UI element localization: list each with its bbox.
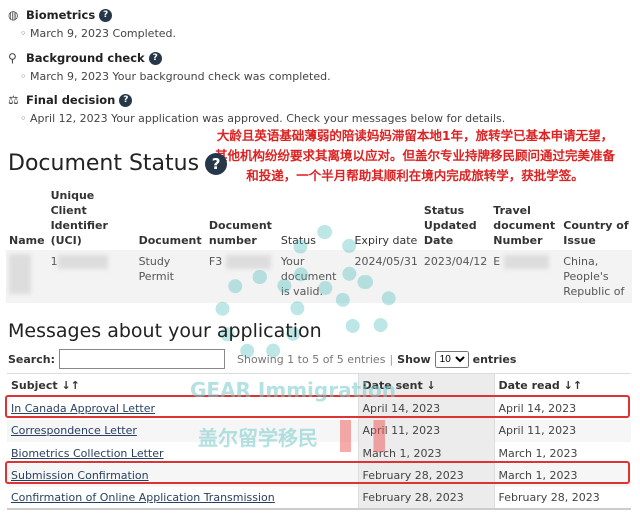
travel-cell: E — [490, 250, 561, 303]
step-detail: March 9, 2023 Your background check was … — [20, 70, 331, 83]
show-label: Show — [397, 352, 431, 366]
message-link[interactable]: Correspondence Letter — [11, 424, 137, 437]
messages-heading: Messages about your application — [8, 320, 322, 342]
highlight-box — [5, 395, 630, 418]
redacted — [503, 255, 549, 269]
redacted — [57, 255, 108, 269]
page-size-select[interactable]: 10 — [434, 350, 469, 368]
search-person-icon: ⚲ — [8, 51, 17, 65]
entries-label: entries — [472, 352, 517, 366]
redacted-name — [9, 254, 31, 294]
search-label: Search: — [8, 352, 55, 366]
message-link[interactable]: Confirmation of Online Application Trans… — [11, 491, 275, 504]
step-final-decision: ⚖ Final decision? April 12, 2023 Your app… — [8, 93, 505, 125]
step-detail: April 12, 2023 Your application was appr… — [20, 112, 505, 125]
sort-date-read-header[interactable]: Date read ↓↑ — [494, 373, 631, 398]
name-cell — [6, 250, 48, 303]
date-sent: February 28, 2023 — [357, 486, 495, 509]
note-line: 大龄且英语基础薄弱的陪读妈妈滞留本地1年，旅转学已基本申请无望， — [216, 128, 614, 143]
col-header: Unique Client Identifier (UCI) — [50, 189, 108, 247]
redacted — [225, 255, 271, 269]
help-icon[interactable]: ? — [205, 152, 228, 175]
col-header: Name — [9, 234, 45, 247]
step-title: Biometrics — [26, 8, 96, 22]
help-icon[interactable]: ? — [119, 93, 133, 107]
fingerprint-icon: ◍ — [8, 8, 19, 22]
canada-flag-icon — [340, 420, 385, 452]
sort-subject-header[interactable]: Subject ↓↑ — [7, 373, 358, 398]
note-line: 其他机构纷纷要求其离境以应对。但盖尔专业持牌移民顾问通过完美准备 — [214, 148, 615, 163]
col-header: Document number — [208, 219, 272, 247]
table-row: Correspondence Letter April 11, 2023 April… — [7, 419, 631, 443]
country-cell: China, People's Republic of — [560, 250, 632, 303]
date-read: February 28, 2023 — [498, 490, 600, 504]
col-header: Expiry date — [354, 234, 418, 247]
step-biometrics: ◍ Biometrics? March 9, 2023 Completed. — [8, 8, 176, 40]
travel-value: E — [493, 255, 501, 268]
search-input[interactable] — [58, 349, 225, 369]
step-title: Background check — [26, 51, 145, 65]
col-header: Country of Issue — [563, 219, 629, 247]
col-header: Status Updated Date — [423, 204, 477, 247]
help-icon[interactable]: ? — [148, 51, 162, 65]
step-title: Final decision — [26, 93, 116, 107]
gear-watermark-icon — [335, 275, 397, 337]
document-cell: Study Permit — [135, 250, 206, 303]
table-row: Confirmation of Online Application Trans… — [7, 486, 631, 509]
highlight-box — [5, 461, 630, 484]
col-header: Travel document Number — [493, 204, 556, 247]
message-link[interactable]: Biometrics Collection Letter — [11, 447, 164, 460]
sort-date-sent-header[interactable]: Date sent ↓ — [357, 373, 495, 398]
table-controls: Search: Showing 1 to 5 of 5 entries | Sh… — [8, 349, 516, 369]
scale-icon: ⚖ — [8, 93, 19, 107]
uci-cell: 1 — [47, 250, 136, 303]
help-icon[interactable]: ? — [99, 8, 113, 22]
promo-note: 大龄且英语基础薄弱的陪读妈妈滞留本地1年，旅转学已基本申请无望， 其他机构纷纷要… — [200, 126, 630, 186]
uci-value: 1 — [50, 255, 58, 268]
number-value: F3 — [208, 255, 223, 268]
date-read: April 11, 2023 — [494, 419, 631, 443]
step-background-check: ⚲ Background check? March 9, 2023 Your ba… — [8, 51, 331, 83]
note-line: 和投递，一个半月帮助其顺利在境内完成旅转学，获批学签。 — [246, 168, 584, 183]
document-status-heading: Document Status? — [8, 151, 228, 176]
entries-info: Showing 1 to 5 of 5 entries — [236, 352, 386, 366]
gear-watermark-icon — [215, 270, 305, 360]
step-detail: March 9, 2023 Completed. — [20, 27, 176, 40]
updated-cell: 2023/04/12 — [420, 250, 491, 303]
heading-text: Document Status — [8, 151, 200, 176]
messages-table: Subject ↓↑ Date sent ↓ Date read ↓↑ In C… — [7, 373, 631, 510]
col-header: Document — [138, 234, 202, 247]
